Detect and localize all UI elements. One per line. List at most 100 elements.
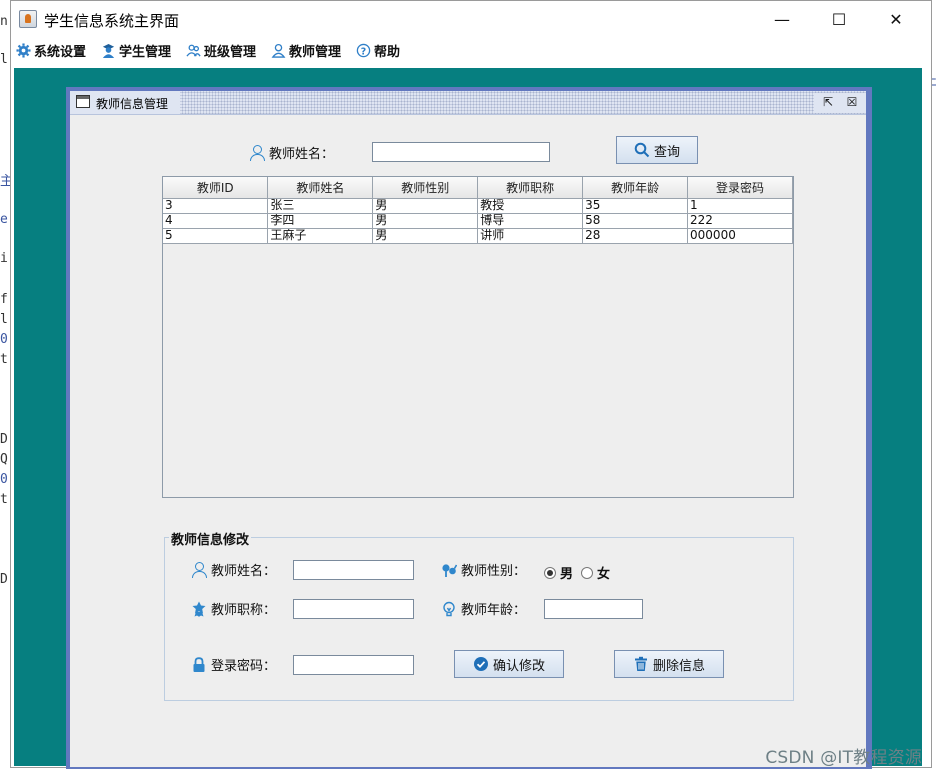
restore-button[interactable]: ⇱ [820, 94, 836, 110]
maximize-button[interactable]: ☐ [816, 1, 862, 37]
edit-title-input[interactable] [293, 599, 414, 619]
menu-label: 教师管理 [289, 44, 342, 60]
delete-button[interactable]: 删除信息 [614, 650, 724, 678]
background-text: 0 [0, 332, 8, 347]
gender-male-radio[interactable]: 男 [544, 563, 573, 582]
confirm-edit-button-label: 确认修改 [492, 658, 545, 674]
minimize-button[interactable]: — [759, 1, 805, 37]
table-cell[interactable]: 张三 [267, 197, 374, 214]
gender-female-radio[interactable]: 女 [581, 563, 610, 582]
edit-title-label: 教师职称： [191, 599, 276, 618]
menu-system-settings[interactable]: 系统设置 [15, 41, 86, 60]
edit-password-input[interactable] [293, 655, 414, 675]
background-text: i [0, 251, 8, 266]
table-cell[interactable]: 000000 [687, 227, 793, 244]
award-icon [191, 601, 207, 617]
menu-help[interactable]: ? 帮助 [355, 41, 401, 60]
close-icon: ✕ [889, 9, 903, 29]
close-button[interactable]: ✕ [873, 1, 919, 37]
background-text: Q [0, 452, 8, 467]
gender-icon [441, 562, 457, 578]
table-cell[interactable]: 男 [372, 197, 479, 214]
search-name-input[interactable] [372, 142, 550, 162]
class-icon [185, 42, 201, 58]
search-label-text: 教师姓名： [269, 147, 335, 162]
menu-bar: 系统设置 学生管理 班级管理 教师管理 ? 帮助 [11, 37, 931, 63]
table-cell[interactable]: 男 [372, 212, 479, 229]
table-row[interactable]: 4 李四 男 博导 58 222 [163, 212, 793, 229]
background-text: n [0, 14, 8, 29]
background-text: e [0, 212, 8, 227]
edit-age-label-text: 教师年龄： [461, 603, 527, 618]
maximize-icon: ☐ [831, 9, 847, 29]
search-name-label: 教师姓名： [249, 143, 334, 162]
table-cell[interactable]: 李四 [267, 212, 374, 229]
restore-icon: ⇱ [822, 95, 834, 109]
edit-age-input[interactable] [544, 599, 643, 619]
column-header-password[interactable]: 登录密码 [687, 177, 793, 199]
internal-close-button[interactable]: ☒ [844, 94, 860, 110]
internal-frame-content: 教师信息管理 ⇱ ☒ 教师姓名： 查询 教师ID 教师姓名 教师性别 教师职称 … [70, 91, 866, 767]
table-cell[interactable]: 教授 [477, 197, 584, 214]
table-cell[interactable]: 4 [163, 212, 269, 229]
gender-female-label: 女 [597, 567, 611, 582]
column-header-title[interactable]: 教师职称 [477, 177, 584, 199]
column-header-id[interactable]: 教师ID [163, 177, 269, 199]
edit-name-label-text: 教师姓名： [211, 564, 277, 579]
table-cell[interactable]: 3 [163, 197, 269, 214]
table-row[interactable]: 5 王麻子 男 讲师 28 000000 [163, 227, 793, 244]
background-text: D [0, 432, 8, 447]
table-cell[interactable]: 博导 [477, 212, 584, 229]
table-cell[interactable]: 5 [163, 227, 269, 244]
table-cell[interactable]: 28 [582, 227, 689, 244]
background-text: t [0, 352, 8, 367]
search-button[interactable]: 查询 [616, 136, 698, 164]
table-cell[interactable]: 1 [687, 197, 793, 214]
edit-name-input[interactable] [293, 560, 414, 580]
background-text: f [0, 292, 8, 307]
check-circle-icon [473, 656, 489, 672]
teacher-table[interactable]: 教师ID 教师姓名 教师性别 教师职称 教师年龄 登录密码 3 张三 男 教授 … [162, 176, 794, 498]
column-header-age[interactable]: 教师年龄 [582, 177, 689, 199]
table-cell[interactable]: 王麻子 [267, 227, 374, 244]
edit-gender-label: 教师性别： [441, 560, 526, 579]
menu-label: 帮助 [374, 44, 401, 60]
table-cell[interactable]: 讲师 [477, 227, 584, 244]
background-text: l [0, 312, 8, 327]
user-icon [249, 144, 265, 161]
background-text: 0 [0, 472, 8, 487]
frame-icon [76, 95, 90, 108]
delete-button-label: 删除信息 [652, 658, 705, 674]
edit-gender-label-text: 教师性别： [461, 564, 527, 579]
background-text: D [0, 572, 8, 587]
table-row[interactable]: 3 张三 男 教授 35 1 [163, 197, 793, 214]
internal-frame-titlebar[interactable]: 教师信息管理 ⇱ ☒ [70, 91, 866, 115]
main-window: 学生信息系统主界面 — ☐ ✕ 系统设置 学生管理 班级管理 教师管理 ? 帮助… [10, 0, 932, 769]
table-cell[interactable]: 男 [372, 227, 479, 244]
menu-label: 学生管理 [119, 44, 172, 60]
edit-name-label: 教师姓名： [191, 560, 276, 579]
lightbulb-icon [441, 601, 457, 617]
column-header-gender[interactable]: 教师性别 [372, 177, 479, 199]
close-icon: ☒ [846, 95, 858, 109]
menu-class-management[interactable]: 班级管理 [185, 41, 256, 60]
gender-male-label: 男 [560, 567, 574, 582]
internal-frame-controls: ⇱ ☒ [814, 93, 866, 113]
watermark: CSDN @IT教程资源 [765, 748, 922, 768]
menu-student-management[interactable]: 学生管理 [100, 41, 172, 60]
window-titlebar[interactable]: 学生信息系统主界面 — ☐ ✕ [11, 1, 931, 37]
teacher-icon [270, 42, 286, 58]
menu-teacher-management[interactable]: 教师管理 [270, 41, 342, 60]
help-icon: ? [355, 42, 371, 58]
table-cell[interactable]: 58 [582, 212, 689, 229]
teacher-table-grid: 教师ID 教师姓名 教师性别 教师职称 教师年龄 登录密码 3 张三 男 教授 … [163, 177, 793, 244]
table-cell[interactable]: 35 [582, 197, 689, 214]
edit-password-label: 登录密码： [191, 655, 276, 674]
teacher-edit-panel: 教师信息修改 教师姓名： 教师性别： 男 女 教师职称： 教师年龄： 登录密码：… [164, 529, 794, 701]
edit-panel-title: 教师信息修改 [169, 529, 252, 548]
desktop-pane: 教师信息管理 ⇱ ☒ 教师姓名： 查询 教师ID 教师姓名 教师性别 教师职称 … [14, 68, 922, 769]
confirm-edit-button[interactable]: 确认修改 [454, 650, 564, 678]
column-header-name[interactable]: 教师姓名 [267, 177, 374, 199]
table-cell[interactable]: 222 [687, 212, 793, 229]
edit-password-label-text: 登录密码： [211, 659, 277, 674]
